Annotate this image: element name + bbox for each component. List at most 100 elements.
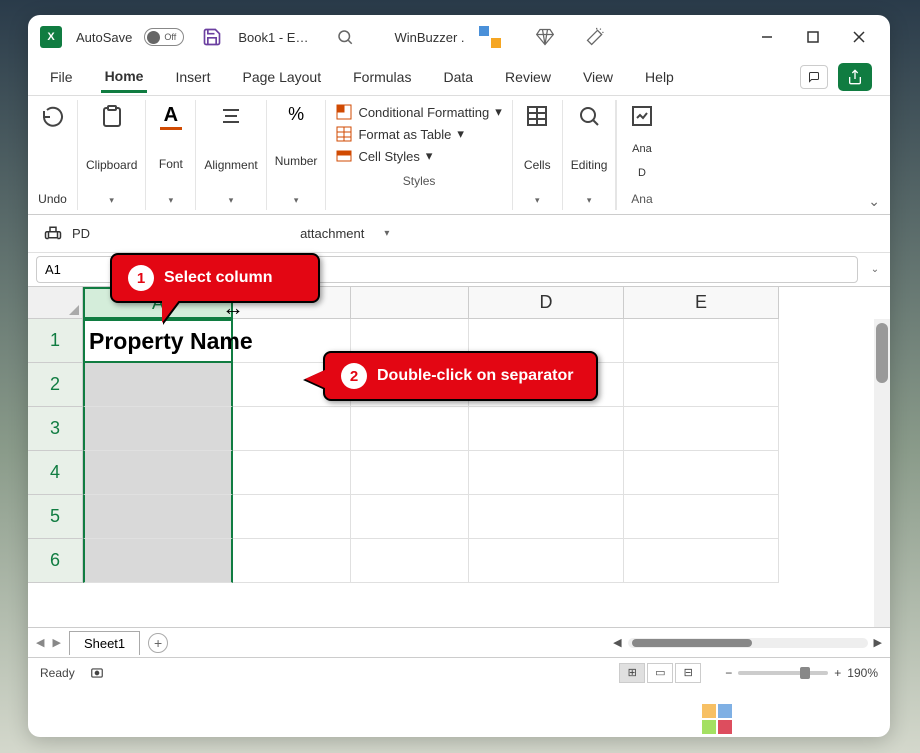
cell-b3[interactable] (233, 407, 351, 451)
cell-e3[interactable] (624, 407, 779, 451)
cell-b6[interactable] (233, 539, 351, 583)
cell-styles-button[interactable]: Cell Styles ▾ (336, 148, 501, 164)
tab-data[interactable]: Data (439, 63, 477, 91)
sheet-nav-prev-icon[interactable]: ◀ (36, 636, 44, 649)
scroll-left-icon[interactable]: ◀ (613, 636, 621, 649)
cell-d6[interactable] (469, 539, 624, 583)
group-editing[interactable]: Editing ▾ (563, 100, 617, 210)
close-button[interactable] (836, 15, 882, 59)
page-break-view-button[interactable]: ⊟ (675, 663, 701, 683)
tab-home[interactable]: Home (101, 62, 148, 93)
cell-e5[interactable] (624, 495, 779, 539)
format-as-table-button[interactable]: Format as Table ▾ (336, 126, 501, 142)
minimize-button[interactable] (744, 15, 790, 59)
scrollbar-thumb[interactable] (876, 323, 888, 383)
cell-d4[interactable] (469, 451, 624, 495)
alignment-label: Alignment (204, 158, 257, 172)
tab-page-layout[interactable]: Page Layout (238, 63, 325, 91)
pdf-button-partial[interactable]: PD (72, 226, 90, 241)
attachment-label[interactable]: attachment (300, 226, 364, 241)
scroll-right-icon[interactable]: ▶ (874, 636, 882, 649)
add-sheet-button[interactable]: + (148, 633, 168, 653)
group-alignment[interactable]: Alignment ▾ (196, 100, 266, 210)
row-header-4[interactable]: 4 (28, 451, 83, 495)
cell-c6[interactable] (351, 539, 469, 583)
conditional-formatting-button[interactable]: Conditional Formatting ▾ (336, 104, 501, 120)
column-header-c[interactable] (351, 287, 469, 319)
align-icon (219, 104, 243, 128)
tab-formulas[interactable]: Formulas (349, 63, 415, 91)
select-all-button[interactable] (28, 287, 83, 319)
tab-review[interactable]: Review (501, 63, 555, 91)
account-name[interactable]: WinBuzzer . (394, 30, 464, 45)
cell-a3[interactable] (83, 407, 233, 451)
chevron-down-icon: ▾ (457, 126, 464, 142)
group-undo[interactable]: Undo (28, 100, 78, 210)
sheet-nav-next-icon[interactable]: ▶ (52, 636, 60, 649)
cell-e4[interactable] (624, 451, 779, 495)
save-icon[interactable] (202, 27, 222, 47)
cell-d3[interactable] (469, 407, 624, 451)
paste-icon (100, 104, 124, 128)
cell-a6[interactable] (83, 539, 233, 583)
normal-view-button[interactable]: ⊞ (619, 663, 645, 683)
cell-a5[interactable] (83, 495, 233, 539)
zoom-slider[interactable] (738, 671, 828, 675)
cell-e2[interactable] (624, 363, 779, 407)
cell-d5[interactable] (469, 495, 624, 539)
account-avatar-icon[interactable] (479, 26, 501, 48)
row-header-3[interactable]: 3 (28, 407, 83, 451)
row-header-1[interactable]: 1 (28, 319, 83, 363)
scrollbar-track[interactable] (628, 638, 868, 648)
share-button[interactable] (838, 63, 872, 91)
analyze-group-label: Ana (631, 192, 652, 206)
group-number[interactable]: % Number ▾ (267, 100, 327, 210)
tab-view[interactable]: View (579, 63, 617, 91)
zoom-percent[interactable]: 190% (847, 666, 878, 680)
row-header-2[interactable]: 2 (28, 363, 83, 407)
expand-formula-bar[interactable]: ⌄ (866, 253, 884, 286)
cell-b4[interactable] (233, 451, 351, 495)
cell-b5[interactable] (233, 495, 351, 539)
search-icon[interactable] (336, 28, 354, 46)
tab-insert[interactable]: Insert (171, 63, 214, 91)
zoom-out-button[interactable]: − (725, 666, 732, 680)
diamond-icon[interactable] (535, 27, 555, 47)
chevron-down-icon[interactable]: ▾ (384, 228, 389, 239)
scrollbar-thumb[interactable] (632, 639, 752, 647)
column-header-d[interactable]: D (469, 287, 624, 319)
font-label: Font (159, 157, 183, 171)
wand-icon[interactable] (585, 27, 605, 47)
status-bar: Ready ⊞ ▭ ⊟ − + 190% (28, 657, 890, 687)
row-header-6[interactable]: 6 (28, 539, 83, 583)
sheet-tab-sheet1[interactable]: Sheet1 (69, 631, 140, 655)
group-cells[interactable]: Cells ▾ (513, 100, 563, 210)
cell-c3[interactable] (351, 407, 469, 451)
cell-a4[interactable] (83, 451, 233, 495)
group-analyze[interactable]: Ana D Ana (616, 100, 666, 210)
cell-c4[interactable] (351, 451, 469, 495)
group-clipboard[interactable]: Clipboard ▾ (78, 100, 146, 210)
maximize-button[interactable] (790, 15, 836, 59)
cell-a2[interactable] (83, 363, 233, 407)
horizontal-scrollbar[interactable]: ◀ ▶ (613, 636, 882, 649)
page-layout-view-button[interactable]: ▭ (647, 663, 673, 683)
chevron-down-icon: ▾ (495, 104, 502, 120)
cell-e1[interactable] (624, 319, 779, 363)
analyze-label2: D (638, 167, 646, 179)
zoom-in-button[interactable]: + (834, 666, 841, 680)
ribbon-content: Undo Clipboard ▾ A Font ▾ Alignment ▾ % … (28, 95, 890, 215)
vertical-scrollbar[interactable] (874, 319, 890, 627)
macro-recorder-icon[interactable] (89, 666, 105, 680)
column-header-e[interactable]: E (624, 287, 779, 319)
row-header-5[interactable]: 5 (28, 495, 83, 539)
collapse-ribbon-button[interactable]: ⌄ (868, 193, 880, 210)
cell-a1[interactable]: Property Name (83, 319, 233, 363)
group-font[interactable]: A Font ▾ (146, 100, 196, 210)
cell-c5[interactable] (351, 495, 469, 539)
cell-e6[interactable] (624, 539, 779, 583)
tab-help[interactable]: Help (641, 63, 678, 91)
autosave-toggle[interactable]: Off (144, 28, 184, 46)
comments-button[interactable] (800, 65, 828, 89)
tab-file[interactable]: File (46, 63, 77, 91)
